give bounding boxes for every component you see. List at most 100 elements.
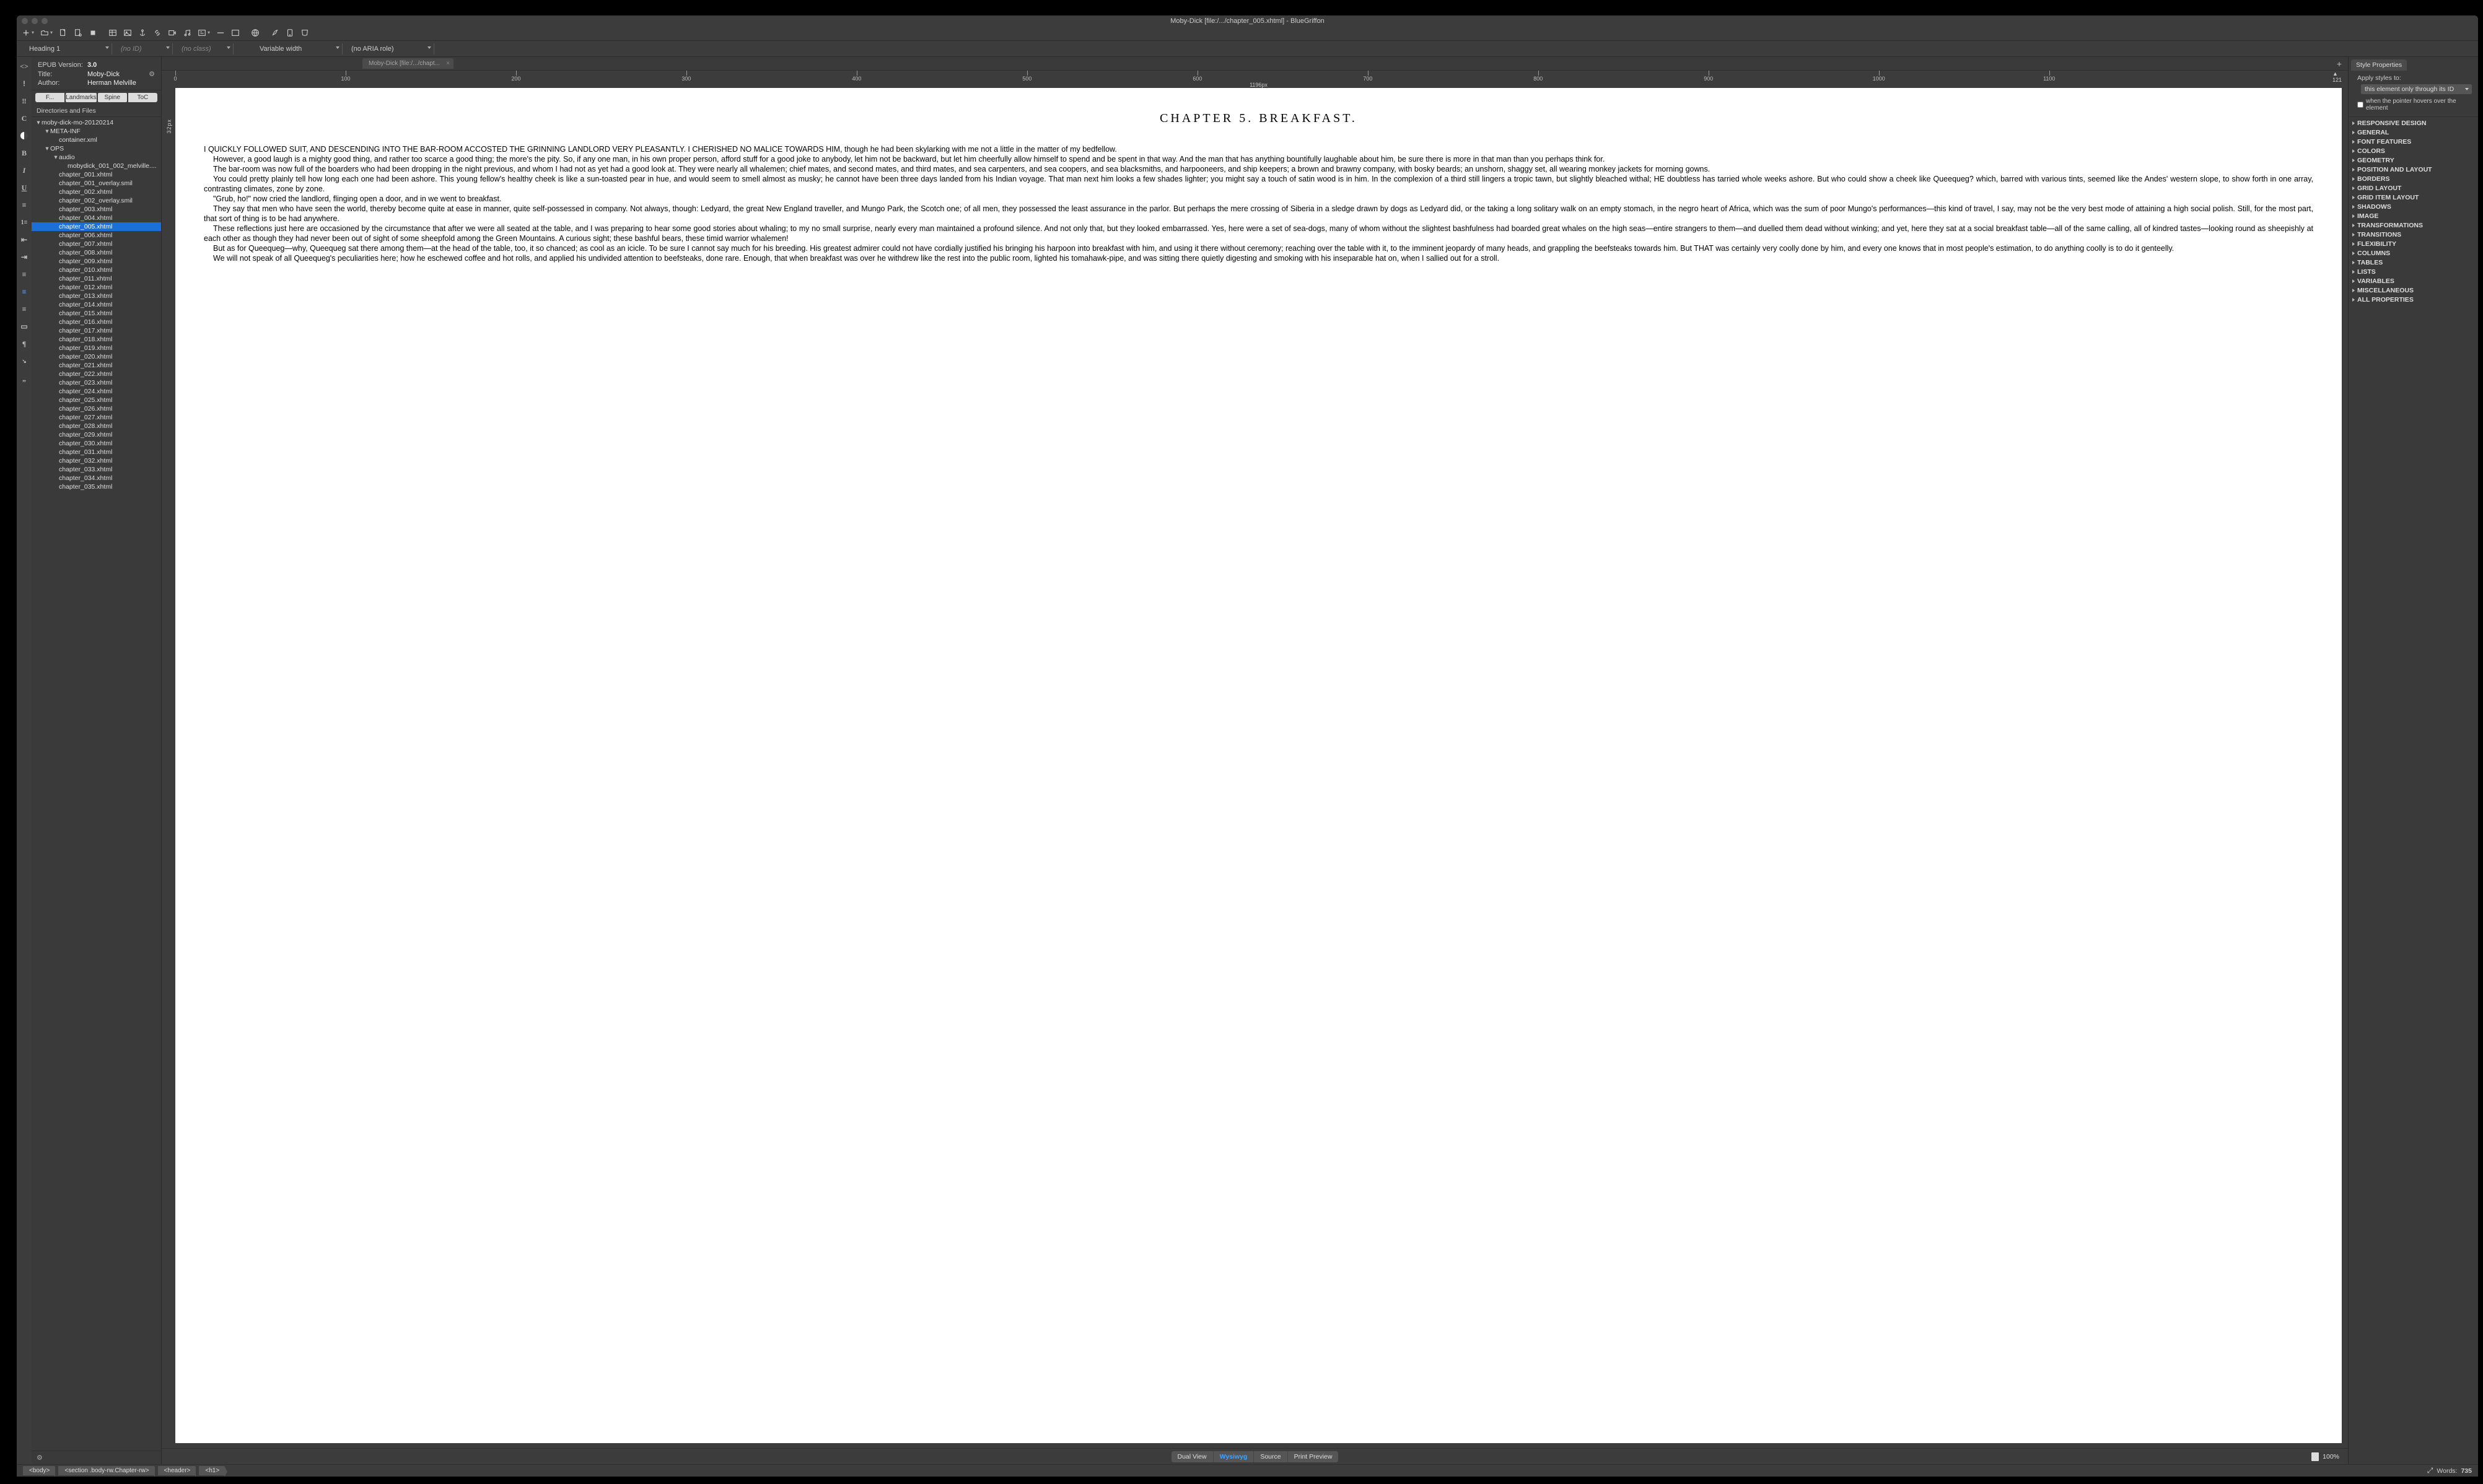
view-mode-wysiwyg[interactable]: Wysiwyg xyxy=(1214,1451,1255,1462)
breadcrumb-segment[interactable]: <header> xyxy=(158,1466,196,1475)
aria-select[interactable]: (no ARIA role) xyxy=(348,43,434,55)
tree-item[interactable]: ▾META-INF xyxy=(32,127,161,136)
align-right-icon[interactable]: ≡ xyxy=(20,305,28,313)
source-view-icon[interactable]: <> xyxy=(20,62,28,71)
tree-item[interactable]: chapter_002_overlay.smil xyxy=(32,196,161,205)
justify-icon[interactable]: ▭ xyxy=(20,322,28,331)
tree-item[interactable]: chapter_031.xhtml xyxy=(32,448,161,456)
zoom-control[interactable]: 100% xyxy=(2311,1452,2339,1461)
tree-item[interactable]: chapter_035.xhtml xyxy=(32,482,161,491)
tree-item[interactable]: chapter_002.xhtml xyxy=(32,188,161,196)
breadcrumb-segment[interactable]: <body> xyxy=(23,1466,55,1475)
tree-item[interactable]: chapter_026.xhtml xyxy=(32,404,161,413)
tree-item[interactable]: chapter_027.xhtml xyxy=(32,413,161,422)
sidebar-tab[interactable]: Spine xyxy=(98,93,127,102)
style-category[interactable]: LISTS xyxy=(2349,267,2478,276)
id-select[interactable]: (no ID) xyxy=(117,43,173,55)
style-category[interactable]: TABLES xyxy=(2349,258,2478,267)
tree-item[interactable]: chapter_034.xhtml xyxy=(32,474,161,482)
paragraph[interactable]: However, a good laugh is a mighty good t… xyxy=(204,154,2313,164)
style-category[interactable]: TRANSFORMATIONS xyxy=(2349,220,2478,230)
paragraph[interactable]: They say that men who have seen the worl… xyxy=(204,204,2313,224)
tree-item[interactable]: mobydick_001_002_melville.... xyxy=(32,162,161,170)
style-category[interactable]: GENERAL xyxy=(2349,128,2478,137)
align-center-icon[interactable]: ≡ xyxy=(20,287,28,296)
style-category[interactable]: GRID ITEM LAYOUT xyxy=(2349,193,2478,202)
style-category[interactable]: IMAGE xyxy=(2349,211,2478,220)
outdent-icon[interactable]: ⇤ xyxy=(20,235,28,244)
tree-item[interactable]: chapter_017.xhtml xyxy=(32,326,161,335)
tree-item[interactable]: chapter_009.xhtml xyxy=(32,257,161,266)
view-mode-dual-view[interactable]: Dual View xyxy=(1171,1451,1214,1462)
tree-item[interactable]: chapter_021.xhtml xyxy=(32,361,161,370)
style-category[interactable]: BORDERS xyxy=(2349,174,2478,183)
audio-icon[interactable] xyxy=(183,28,191,37)
ebook-icon[interactable] xyxy=(286,28,294,37)
tree-item[interactable]: chapter_033.xhtml xyxy=(32,465,161,474)
document-page[interactable]: CHAPTER 5. BREAKFAST. I QUICKLY FOLLOWED… xyxy=(175,88,2342,1443)
link-icon[interactable] xyxy=(153,28,162,37)
class-select[interactable]: (no class) xyxy=(178,43,234,55)
new-doc-icon[interactable] xyxy=(22,28,30,37)
tree-item[interactable]: chapter_022.xhtml xyxy=(32,370,161,378)
style-category[interactable]: GEOMETRY xyxy=(2349,155,2478,165)
tree-item[interactable]: chapter_010.xhtml xyxy=(32,266,161,274)
tree-item[interactable]: chapter_015.xhtml xyxy=(32,309,161,318)
style-category[interactable]: TRANSITIONS xyxy=(2349,230,2478,239)
quote-icon[interactable]: „ xyxy=(20,374,28,383)
style-category[interactable]: COLUMNS xyxy=(2349,248,2478,258)
tree-item[interactable]: chapter_019.xhtml xyxy=(32,344,161,352)
sidebar-tab[interactable]: F... xyxy=(35,93,64,102)
paragraph[interactable]: I QUICKLY FOLLOWED SUIT, AND DESCENDING … xyxy=(204,144,2313,154)
bold-icon[interactable]: B xyxy=(20,149,28,157)
italic-icon[interactable]: I xyxy=(20,166,28,175)
stop-icon[interactable] xyxy=(89,28,97,37)
style-category[interactable]: COLORS xyxy=(2349,146,2478,155)
tree-item[interactable]: chapter_007.xhtml xyxy=(32,240,161,248)
minimize-window[interactable] xyxy=(32,18,38,24)
copyright-icon[interactable]: C xyxy=(20,114,28,123)
gear-icon[interactable]: ⚙ xyxy=(149,70,155,78)
hover-checkbox[interactable]: when the pointer hovers over the element xyxy=(2357,98,2472,111)
add-tab-icon[interactable]: + xyxy=(2333,59,2345,69)
style-category[interactable]: POSITION AND LAYOUT xyxy=(2349,165,2478,174)
style-category[interactable]: FLEXIBILITY xyxy=(2349,239,2478,248)
hr-icon[interactable] xyxy=(216,28,225,37)
indent-icon[interactable]: ⇥ xyxy=(20,253,28,261)
tree-item[interactable]: chapter_030.xhtml xyxy=(32,439,161,448)
image-icon[interactable] xyxy=(123,28,132,37)
tree-item[interactable]: chapter_028.xhtml xyxy=(32,422,161,430)
file-tree[interactable]: ▾moby-dick-mo-20120214▾META-INFcontainer… xyxy=(32,117,161,1451)
sidebar-tab[interactable]: ToC xyxy=(128,93,157,102)
sidebar-tab[interactable]: Landmarks xyxy=(66,93,96,102)
tree-item[interactable]: chapter_032.xhtml xyxy=(32,456,161,465)
tree-item[interactable]: chapter_023.xhtml xyxy=(32,378,161,387)
save-as-icon[interactable] xyxy=(74,28,82,37)
tree-item[interactable]: chapter_014.xhtml xyxy=(32,300,161,309)
heading-select[interactable]: Heading 1 xyxy=(25,43,112,55)
tree-item[interactable]: chapter_004.xhtml xyxy=(32,214,161,222)
apply-styles-select[interactable]: this element only through its ID xyxy=(2361,84,2472,94)
form-icon[interactable] xyxy=(198,28,206,37)
paragraph[interactable]: The bar-room was now full of the boarder… xyxy=(204,164,2313,174)
tree-item[interactable]: chapter_001.xhtml xyxy=(32,170,161,179)
tree-item[interactable]: chapter_029.xhtml xyxy=(32,430,161,439)
style-category[interactable]: SHADOWS xyxy=(2349,202,2478,211)
tree-item[interactable]: ▾moby-dick-mo-20120214 xyxy=(32,118,161,127)
tree-item[interactable]: chapter_011.xhtml xyxy=(32,274,161,283)
tree-item[interactable]: chapter_005.xhtml xyxy=(32,222,161,231)
warning-icon[interactable]: ! xyxy=(20,79,28,88)
style-category[interactable]: MISCELLANEOUS xyxy=(2349,286,2478,295)
close-tab-icon[interactable]: × xyxy=(446,60,450,67)
tree-item[interactable]: container.xml xyxy=(32,136,161,144)
chapter-heading[interactable]: CHAPTER 5. BREAKFAST. xyxy=(204,111,2313,126)
css-icon[interactable] xyxy=(300,28,309,37)
underline-icon[interactable]: U xyxy=(20,183,28,192)
width-select[interactable]: Variable width xyxy=(256,43,343,55)
contrast-icon[interactable] xyxy=(20,131,28,140)
window-controls[interactable] xyxy=(22,18,48,24)
paragraph[interactable]: But as for Queequeg—why, Queequeg sat th… xyxy=(204,243,2313,253)
markup-cleaner-icon[interactable] xyxy=(271,28,279,37)
open-doc-icon[interactable] xyxy=(40,28,49,37)
style-category[interactable]: RESPONSIVE DESIGN xyxy=(2349,118,2478,128)
